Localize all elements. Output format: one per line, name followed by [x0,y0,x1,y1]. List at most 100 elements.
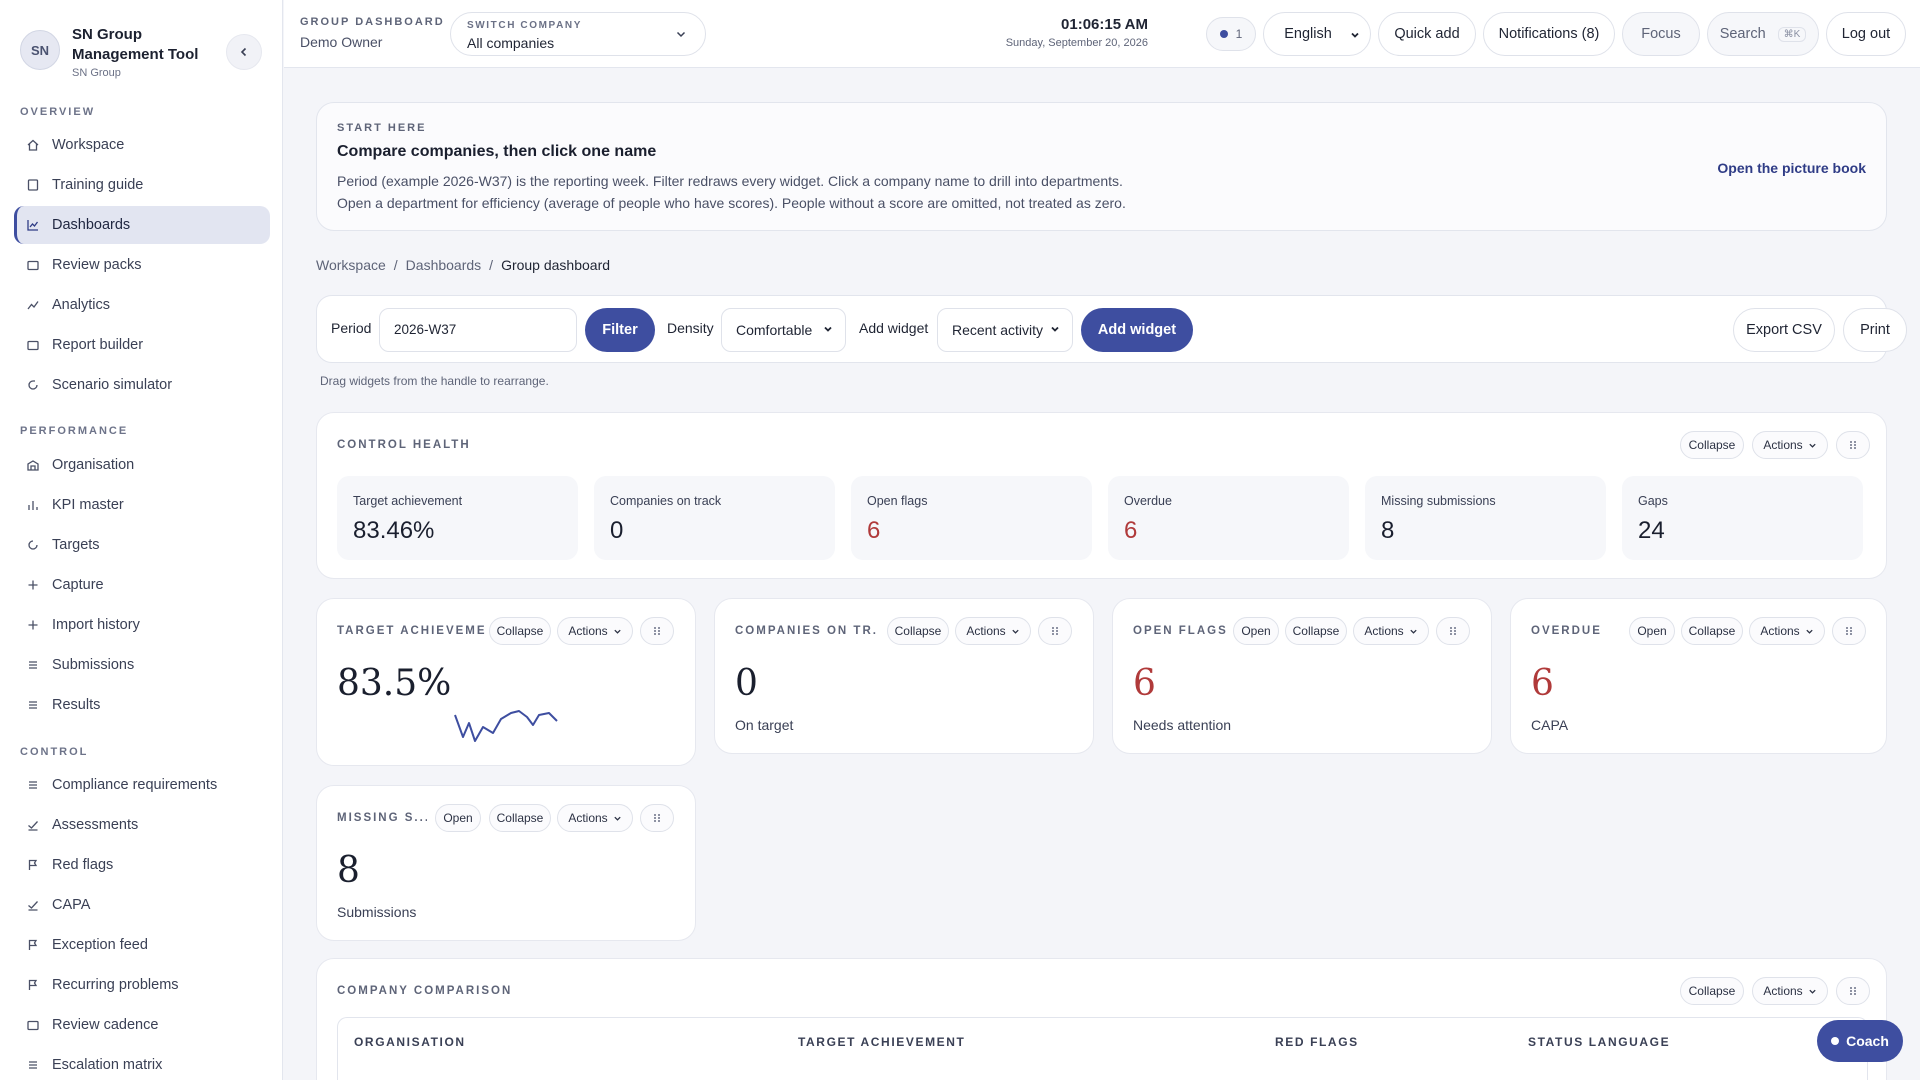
sidebar-item-training-guide[interactable]: Training guide [14,166,270,204]
sidebar-item-review-packs[interactable]: Review packs [14,246,270,284]
sidebar-item-import-history[interactable]: Import history [14,606,270,644]
open-button[interactable]: Open [1629,617,1675,645]
chevron-left-icon [240,47,247,57]
print-button[interactable]: Print [1843,308,1907,352]
widget-subtitle: CAPA [1531,717,1569,733]
chevron-down-icon [1351,32,1359,38]
sidebar-item-escalation-matrix[interactable]: Escalation matrix [14,1046,270,1080]
collapse-button[interactable]: Collapse [887,617,949,645]
list-icon [26,1058,40,1072]
export-csv-button[interactable]: Export CSV [1733,308,1835,352]
breadcrumb-separator: / [393,257,398,273]
search-label: Search [1719,26,1766,42]
coach-button[interactable]: Coach [1817,1020,1903,1062]
sidebar-item-submissions[interactable]: Submissions [14,646,270,684]
density-value: Comfortable [736,322,813,338]
actions-menu-button[interactable]: Actions [1353,617,1429,645]
sidebar-item-recurring-problems[interactable]: Recurring problems [14,966,270,1004]
widget-subtitle: Needs attention [1133,717,1232,733]
sidebar-item-compliance-requirements[interactable]: Compliance requirements [14,766,270,804]
period-input[interactable]: 2026-W37 [379,308,577,352]
drag-handle-icon[interactable] [640,804,674,832]
list-icon [26,778,40,792]
logout-button[interactable]: Log out [1826,12,1906,56]
open-button[interactable]: Open [1233,617,1279,645]
table-header-cell[interactable]: TARGET ACHIEVEMENT [798,1035,965,1049]
actions-menu-button[interactable]: Actions [557,804,633,832]
sidebar-item-exception-feed[interactable]: Exception feed [14,926,270,964]
sidebar-item-label: Dashboards [52,217,131,233]
focus-button[interactable]: Focus [1622,12,1700,56]
sidebar-item-red-flags[interactable]: Red flags [14,846,270,884]
drag-handle-icon[interactable] [640,617,674,645]
notifications-button[interactable]: Notifications (8) [1483,12,1615,56]
add-widget-label: Add widget [859,320,929,336]
collapse-button[interactable]: Collapse [489,804,551,832]
sidebar-item-organisation[interactable]: Organisation [14,446,270,484]
sidebar-item-workspace[interactable]: Workspace [14,126,270,164]
sidebar-item-analytics[interactable]: Analytics [14,286,270,324]
actions-label: Actions [966,624,1006,638]
sidebar-item-capture[interactable]: Capture [14,566,270,604]
activity-indicator[interactable]: 1 [1206,17,1256,51]
drag-handle-icon[interactable] [1836,977,1870,1005]
sidebar-item-capa[interactable]: CAPA [14,886,270,924]
start-here-kicker: START HERE [337,122,427,134]
breadcrumb-workspace[interactable]: Workspace [316,257,386,273]
actions-menu-button[interactable]: Actions [1749,617,1825,645]
widget-type-select[interactable]: Recent activity [937,308,1073,352]
table-header-cell[interactable]: RED FLAGS [1275,1035,1359,1049]
picture-book-link[interactable]: Open the picture book [1717,160,1866,176]
open-flags-widget: OPEN FLAGS Open Collapse Actions 6 Needs… [1112,598,1492,754]
sidebar-item-results[interactable]: Results [14,686,270,724]
actions-menu-button[interactable]: Actions [1752,977,1828,1005]
overdue-widget: OVERDUE Open Collapse Actions 6 CAPA [1510,598,1887,754]
refresh-icon [26,378,40,392]
widget-value: 8 [337,850,360,891]
open-button[interactable]: Open [435,804,481,832]
sidebar-item-assessments[interactable]: Assessments [14,806,270,844]
drag-handle-icon[interactable] [1436,617,1470,645]
collapse-sidebar-button[interactable] [226,34,262,70]
drag-handle-icon[interactable] [1832,617,1866,645]
switch-company-select[interactable]: SWITCH COMPANY All companies [450,12,706,56]
add-widget-button[interactable]: Add widget [1081,308,1193,352]
chevron-down-icon [1806,629,1813,634]
sidebar-item-targets[interactable]: Targets [14,526,270,564]
sidebar-item-label: Workspace [52,137,125,153]
breadcrumb-dashboards[interactable]: Dashboards [406,257,482,273]
drag-handle-icon[interactable] [1038,617,1072,645]
table-header-cell[interactable]: ORGANISATION [354,1035,466,1049]
collapse-button[interactable]: Collapse [1680,977,1744,1005]
collapse-button[interactable]: Collapse [489,617,551,645]
filter-button[interactable]: Filter [585,308,655,352]
folder-icon [26,1018,40,1032]
collapse-button[interactable]: Collapse [1680,431,1744,459]
stat-label: Missing submissions [1381,494,1496,508]
sidebar-item-review-cadence[interactable]: Review cadence [14,1006,270,1044]
actions-menu-button[interactable]: Actions [955,617,1031,645]
actions-menu-button[interactable]: Actions [557,617,633,645]
breadcrumb-current: Group dashboard [501,257,611,273]
period-label: Period [331,320,372,336]
trend-icon [26,298,40,312]
check-icon [26,818,40,832]
collapse-button[interactable]: Collapse [1285,617,1347,645]
chevron-down-icon [676,31,686,38]
table-header-cell[interactable]: STATUS LANGUAGE [1528,1035,1670,1049]
actions-menu-button[interactable]: Actions [1752,431,1828,459]
sidebar-item-report-builder[interactable]: Report builder [14,326,270,364]
avatar[interactable]: SN [20,30,60,70]
sidebar-item-scenario-simulator[interactable]: Scenario simulator [14,366,270,404]
list-icon [26,658,40,672]
drag-handle-icon[interactable] [1836,431,1870,459]
language-select[interactable]: English [1263,12,1371,56]
quick-add-button[interactable]: Quick add [1378,12,1476,56]
sidebar-item-dashboards[interactable]: Dashboards [14,206,270,244]
collapse-button[interactable]: Collapse [1681,617,1743,645]
sidebar-item-kpi-master[interactable]: KPI master [14,486,270,524]
section-performance: PERFORMANCE [20,425,129,437]
actions-label: Actions [1763,984,1803,998]
search-button[interactable]: Search ⌘K [1707,12,1819,56]
density-select[interactable]: Comfortable [721,308,846,352]
